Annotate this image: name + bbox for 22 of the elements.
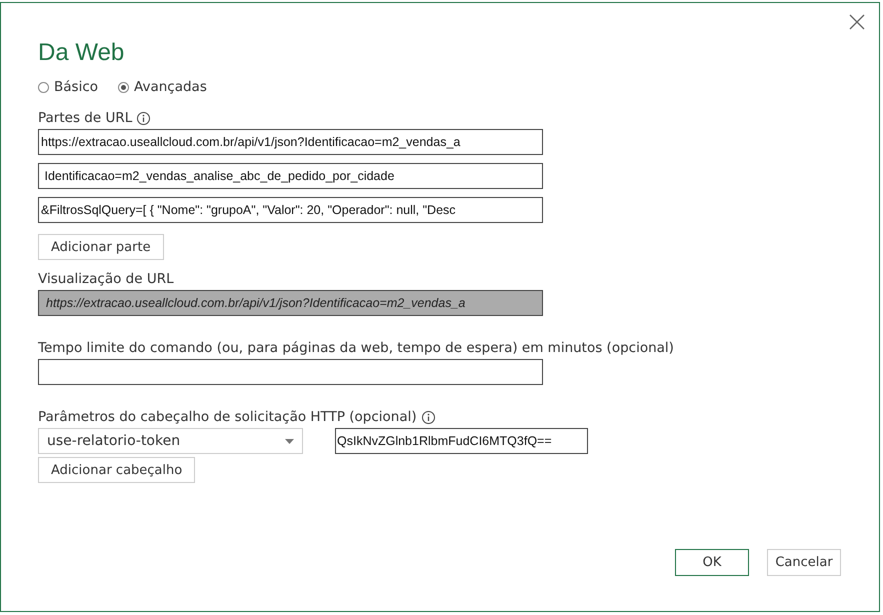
field-label: Visualização de URL — [38, 271, 174, 287]
radio-option[interactable]: Avançadas — [118, 79, 207, 95]
url-part-field[interactable]: https://extracao.useallcloud.com.br/api/v1/json?Identificacao=m2_vendas_a — [38, 129, 543, 155]
add-part-button[interactable]: Adicionar parte — [38, 234, 164, 260]
timeout-input-field[interactable] — [38, 359, 543, 385]
field-label: Parâmetros do cabeçalho de solicitação HTTP (opcional) — [38, 409, 417, 425]
url-part-field[interactable]: Identificacao=m2_vendas_analise_abc_de_pedido_por_cidade — [38, 163, 543, 189]
radio-option[interactable]: Básico — [38, 79, 98, 95]
dialog-title: Da Web — [38, 39, 126, 67]
info-icon[interactable] — [137, 112, 150, 124]
add-header-button[interactable]: Adicionar cabeçalho — [38, 457, 196, 483]
field-label: Tempo limite do comando (ou, para páginas da web, tempo de espera) em minutos (opcional) — [38, 340, 674, 356]
info-icon[interactable] — [422, 410, 435, 424]
header-value-field[interactable]: QsIkNvZGlnb1RlbmFudCI6MTQ3fQ== — [335, 428, 588, 454]
field-label: Partes de URL — [38, 110, 132, 126]
caret-icon — [285, 438, 294, 444]
url-part-field[interactable]: &FiltrosSqlQuery=[ { "Nome": "grupoA", "Valor": 20, "Operador": null, "Desc — [38, 197, 543, 223]
url-preview-field: https://extracao.useallcloud.com.br/api/v1/json?Identificacao=m2_vendas_a — [38, 290, 543, 316]
cancel-button[interactable]: Cancelar — [767, 549, 841, 576]
close-icon[interactable] — [849, 14, 865, 30]
ok-button[interactable]: OK — [675, 549, 749, 576]
header-name-dropdown[interactable]: use-relatorio-token — [38, 428, 303, 454]
